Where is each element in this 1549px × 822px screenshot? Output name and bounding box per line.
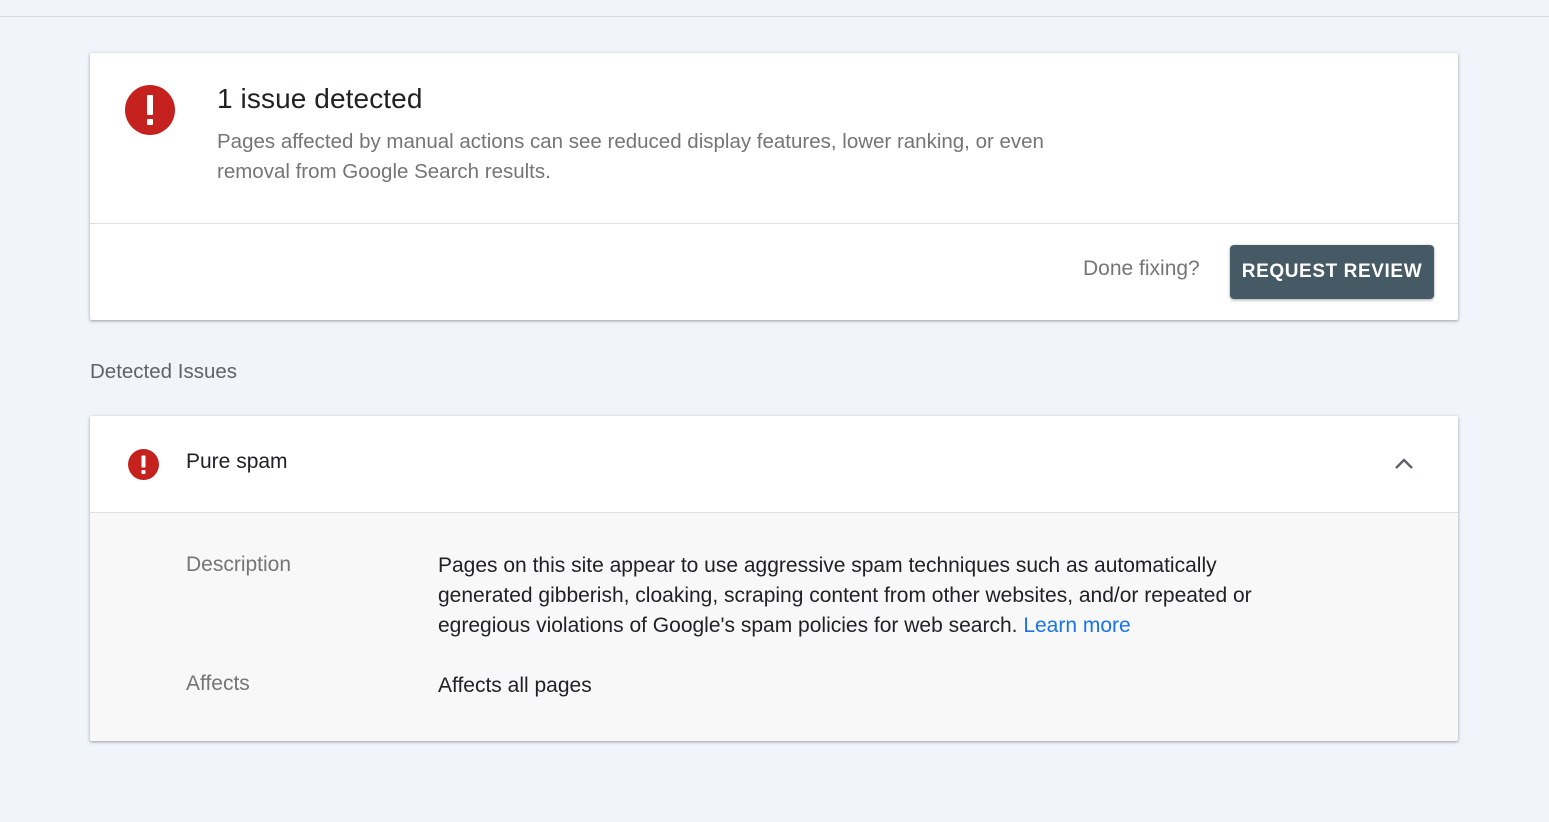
affects-value: Affects all pages — [438, 674, 592, 697]
chevron-up-icon[interactable] — [1391, 454, 1417, 474]
learn-more-link[interactable]: Learn more — [1023, 614, 1130, 637]
request-review-button[interactable]: REQUEST REVIEW — [1230, 245, 1434, 299]
summary-header: 1 issue detected Pages affected by manua… — [90, 53, 1458, 224]
summary-description: Pages affected by manual actions can see… — [217, 130, 1044, 183]
error-icon — [125, 85, 175, 135]
affects-label: Affects — [186, 672, 250, 695]
issue-summary-card: 1 issue detected Pages affected by manua… — [90, 53, 1458, 320]
description-value: Pages on this site appear to use aggress… — [438, 551, 1308, 641]
description-label: Description — [186, 553, 292, 576]
error-icon — [128, 449, 159, 480]
issue-panel: Pure spam Description Pages on this site… — [90, 416, 1458, 741]
issue-title: Pure spam — [186, 450, 288, 473]
done-fixing-label: Done fixing? — [1083, 257, 1200, 280]
detected-issues-heading: Detected Issues — [90, 360, 237, 383]
issue-details: Description Pages on this site appear to… — [90, 513, 1458, 741]
top-divider — [0, 16, 1549, 17]
issue-header-pure-spam[interactable]: Pure spam — [90, 416, 1458, 513]
summary-title: 1 issue detected — [217, 83, 423, 114]
